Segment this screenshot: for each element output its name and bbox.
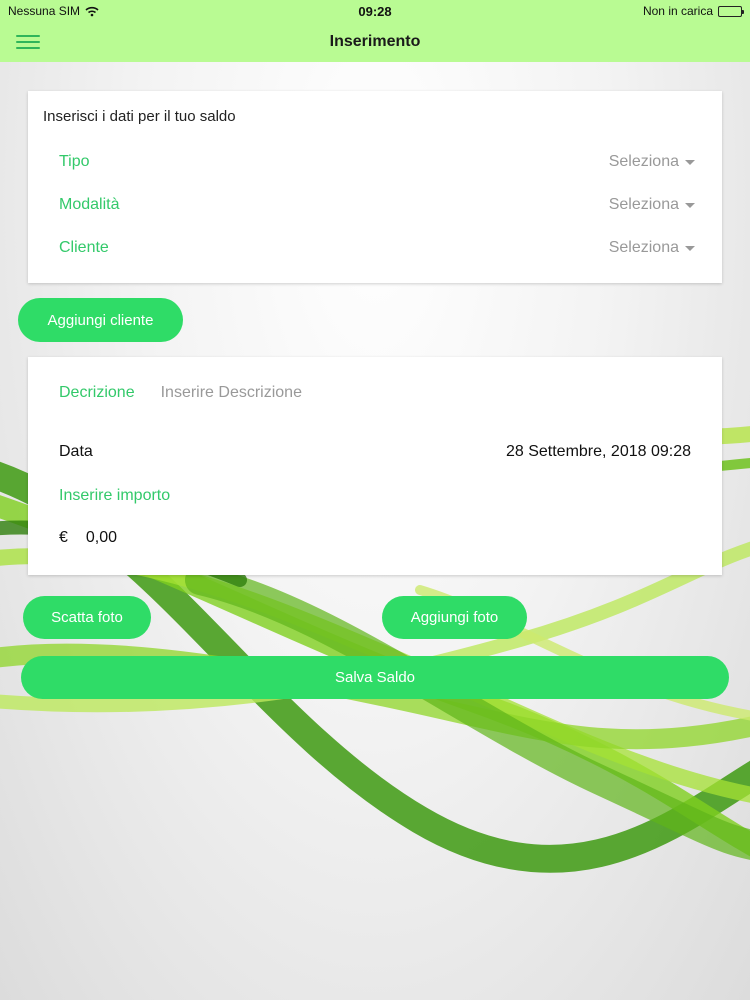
select-tipo[interactable]: Tipo Seleziona	[59, 150, 695, 174]
caret-down-icon	[685, 202, 695, 208]
amount-label: Inserire importo	[59, 487, 171, 504]
balance-form-card: Inserisci i dati per il tuo saldo Tipo S…	[28, 91, 722, 283]
amount-input[interactable]	[85, 529, 206, 547]
status-bar: Nessuna SIM 09:28 Non in carica	[0, 0, 750, 22]
select-label: Modalità	[59, 196, 120, 213]
amount-row: €	[59, 529, 206, 547]
form-heading: Inserisci i dati per il tuo saldo	[43, 108, 236, 125]
select-value-text: Seleziona	[608, 153, 679, 170]
select-value: Seleziona	[609, 196, 695, 214]
description-label: Decrizione	[59, 384, 135, 401]
take-photo-button[interactable]: Scatta foto	[23, 596, 151, 639]
select-value: Seleziona	[609, 239, 695, 257]
date-value: 28 Settembre, 2018 09:28	[505, 443, 691, 460]
nav-bar: Inserimento	[0, 22, 750, 62]
select-value-text: Seleziona	[608, 196, 679, 213]
add-client-button[interactable]: Aggiungi cliente	[18, 298, 183, 342]
currency-symbol: €	[59, 529, 68, 546]
date-row[interactable]: Data 28 Settembre, 2018 09:28	[59, 443, 691, 461]
select-value-text: Seleziona	[608, 239, 679, 256]
select-label: Cliente	[59, 239, 109, 256]
status-time: 09:28	[358, 3, 392, 19]
select-value: Seleziona	[609, 153, 695, 171]
caret-down-icon	[685, 159, 695, 165]
detail-card: Decrizione Data 28 Settembre, 2018 09:28…	[28, 357, 722, 575]
wifi-icon	[85, 6, 99, 16]
select-label: Tipo	[59, 153, 90, 170]
status-left: Nessuna SIM	[8, 4, 99, 18]
menu-line	[16, 47, 40, 49]
menu-line	[16, 35, 40, 37]
battery-icon	[718, 5, 744, 17]
save-balance-button[interactable]: Salva Saldo	[21, 656, 729, 699]
hamburger-menu-icon[interactable]	[16, 32, 40, 52]
status-right: Non in carica	[642, 4, 744, 18]
description-input[interactable]	[160, 384, 641, 402]
add-photo-button[interactable]: Aggiungi foto	[382, 596, 527, 639]
select-modalita[interactable]: Modalità Seleziona	[59, 193, 695, 217]
menu-line	[16, 41, 40, 43]
charging-status-label: Non in carica	[642, 4, 713, 18]
description-row: Decrizione	[59, 381, 695, 405]
date-label: Data	[59, 443, 93, 460]
carrier-label: Nessuna SIM	[8, 4, 81, 18]
select-cliente[interactable]: Cliente Seleziona	[59, 236, 695, 260]
caret-down-icon	[685, 245, 695, 251]
page-title: Inserimento	[329, 33, 421, 50]
